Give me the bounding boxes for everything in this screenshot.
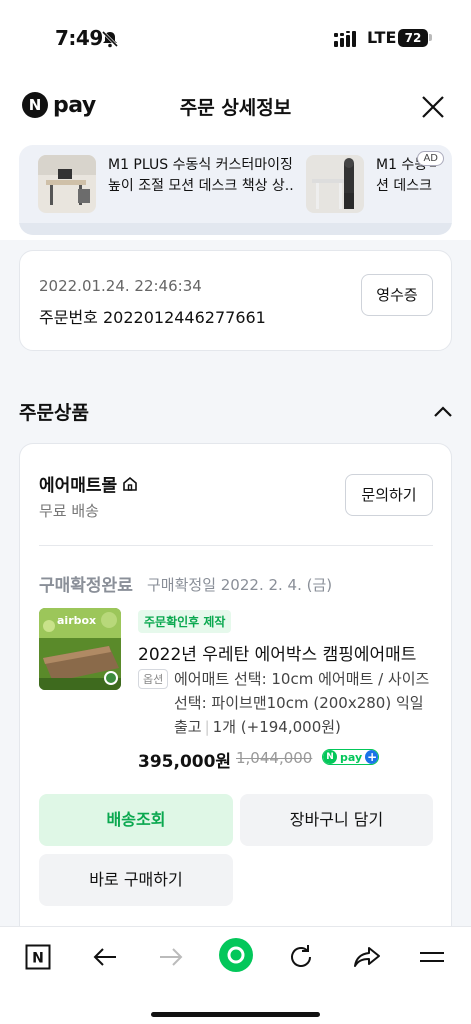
product-brand-text: airbox [57,614,96,627]
arrow-left-icon [93,948,116,966]
product-card: 에어매트몰 무료 배송 문의하기 구매확정완료 구매확정일 2022. 2. 4… [19,443,452,943]
forward-button[interactable] [153,941,189,973]
ad-item-text: M1 PLUS 수동식 커스터마이징 높이 조절 모션 데스크 책상 상... [108,155,294,197]
ad-item-subtitle: 높이 조절 모션 데스크 책상 상... [108,178,294,194]
product-name[interactable]: 2022년 우레탄 에어박스 캠핑에어매트 [138,640,416,665]
divider [39,545,433,546]
track-delivery-button[interactable]: 배송조회 [39,794,233,846]
ad-banner-footer [19,223,452,235]
order-number-value: 2022012446277661 [102,308,266,327]
add-to-cart-button[interactable]: 장바구니 담기 [240,794,433,846]
buy-now-button[interactable]: 바로 구매하기 [39,854,233,906]
refresh-icon [291,945,311,967]
option-line: 출고 [174,718,202,736]
order-number: 주문번호 2022012446277661 [39,304,266,328]
ad-banner[interactable]: M1 PLUS 수동식 커스터마이징 높이 조절 모션 데스크 책상 상... … [19,145,452,235]
ad-badge[interactable]: AD [417,151,444,166]
section-title: 주문상품 [19,402,89,424]
option-badge: 옵션 [138,669,169,689]
home-icon [123,476,138,491]
naver-home-button[interactable]: N [20,941,56,973]
order-status: 구매확정완료 [39,576,133,596]
back-button[interactable] [87,941,123,973]
option-separator: | [204,718,210,736]
order-number-label: 주문번호 [39,308,98,327]
bell-muted-icon [100,29,120,53]
close-icon [422,96,444,118]
close-button[interactable] [419,93,447,121]
ad-item-title: M1 PLUS 수동식 커스터마이징 [108,157,293,173]
hamburger-menu-icon [420,952,444,962]
desk-thumbnail [38,155,96,213]
battery-tip [429,34,432,41]
order-date: 2022.01.24. 22:46:34 [39,277,202,295]
share-icon [354,947,380,967]
bottom-navigation: N [0,926,471,1024]
naver-home-icon: N [25,944,51,970]
option-line: 선택: 파이브맨10cm (200x280) 익일 [174,694,424,712]
option-quantity: 1개 (+194,000원) [212,718,341,736]
made-to-order-badge: 주문확인후 제작 [138,610,232,633]
seller-name-text: 에어매트몰 [39,476,118,496]
green-dot-icon [219,938,253,972]
ad-item-subtitle: 션 데스크 [376,178,432,194]
green-dot-button[interactable] [217,936,255,974]
inquiry-button[interactable]: 문의하기 [345,474,433,516]
product-image[interactable]: airbox [39,608,121,690]
naver-home-letter: N [32,951,44,967]
order-info-card: 2022.01.24. 22:46:34 주문번호 20220124462776… [19,250,452,351]
option-line: 에어매트 선택: 10cm 에어매트 / 사이즈 [174,670,430,688]
ad-item[interactable]: M1 수동식 션 데스크 [306,155,436,213]
arrow-right-icon [160,948,183,966]
status-time: 7:49 [55,26,103,50]
product-price: 395,000원 [138,752,232,772]
option-text: 에어매트 선택: 10cm 에어매트 / 사이즈 선택: 파이브맨10cm (2… [174,667,442,739]
desk-thumbnail [306,155,364,213]
original-price: 1,044,000 [236,749,313,767]
menu-button[interactable] [414,941,450,973]
battery-icon: 72 [398,29,428,47]
shipping-info: 무료 배송 [39,502,99,520]
ad-item[interactable]: M1 PLUS 수동식 커스터마이징 높이 조절 모션 데스크 책상 상... [38,155,294,213]
share-button[interactable] [349,941,385,973]
status-bar: 7:49 LTE 72 [0,0,471,76]
app-header: N pay 주문 상세정보 [0,76,471,140]
ad-banner-section: M1 PLUS 수동식 커스터마이징 높이 조절 모션 데스크 책상 상... … [0,140,471,240]
plus-icon: + [365,750,379,764]
seller-name[interactable]: 에어매트몰 [39,471,139,496]
receipt-button[interactable]: 영수증 [361,274,433,316]
network-label: LTE [367,28,397,47]
home-indicator[interactable] [151,1012,320,1017]
page-title: 주문 상세정보 [179,97,292,119]
signal-icon [334,31,358,51]
npay-plus-badge: N pay + [322,749,380,765]
confirm-date: 구매확정일 2022. 2. 4. (금) [147,576,333,594]
npay-badge-text: pay [340,750,363,764]
chevron-up-icon[interactable] [433,403,453,422]
refresh-button[interactable] [283,941,319,973]
npay-badge-mark: N [323,750,337,764]
